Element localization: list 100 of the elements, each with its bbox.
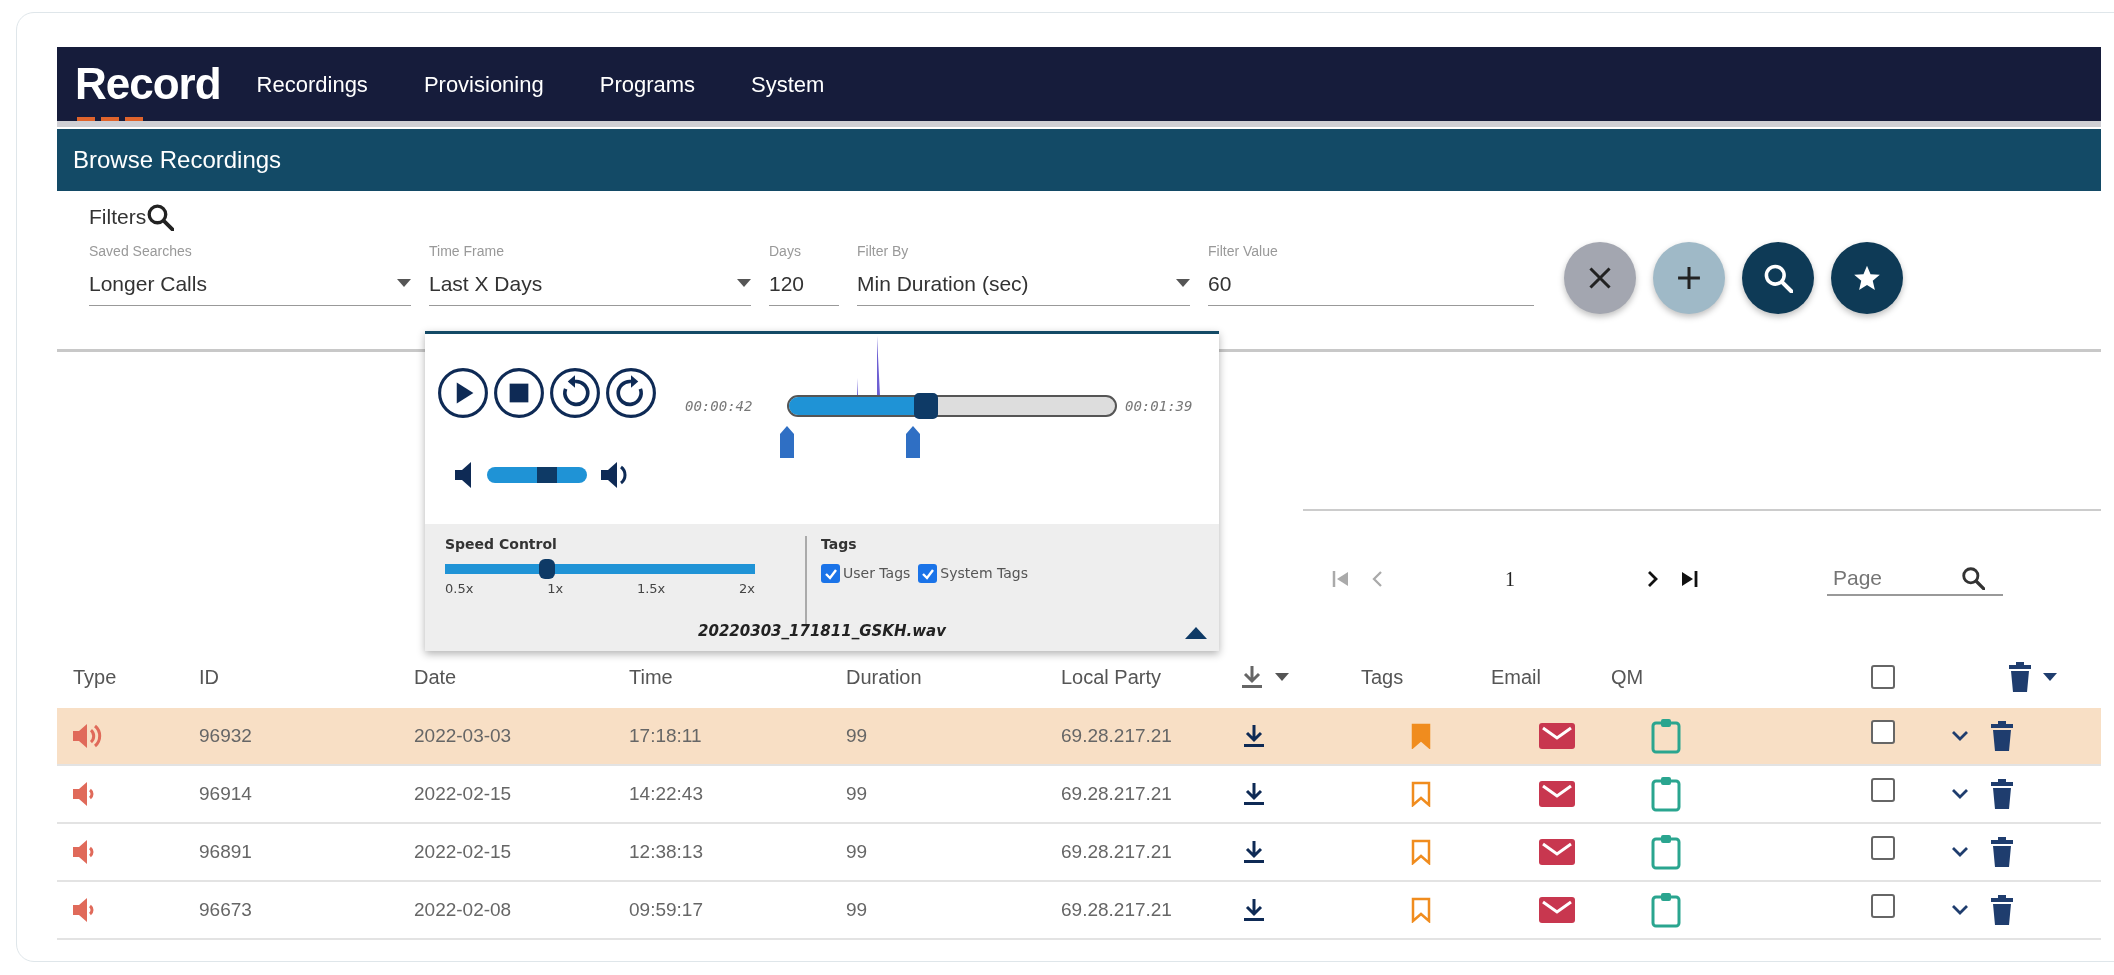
trash-icon[interactable] bbox=[2009, 662, 2031, 692]
table-cell: 12:38:13 bbox=[629, 840, 703, 862]
search-button[interactable] bbox=[1742, 242, 1814, 314]
download-icon[interactable] bbox=[1243, 839, 1265, 865]
nav-link[interactable]: Provisioning bbox=[423, 67, 544, 101]
chevron-down-icon[interactable] bbox=[1951, 846, 1969, 858]
table-cell: 99 bbox=[846, 840, 868, 862]
table-row[interactable]: 96891 2022-02-15 12:38:13 99 69.28.217.21 bbox=[57, 824, 2101, 882]
email-icon[interactable] bbox=[1539, 781, 1575, 807]
collapse-caret-icon[interactable] bbox=[1185, 627, 1207, 639]
clipboard-icon[interactable] bbox=[1651, 718, 1681, 754]
email-icon[interactable] bbox=[1539, 839, 1575, 865]
chevron-down-icon[interactable] bbox=[1951, 904, 1969, 916]
clear-button[interactable] bbox=[1564, 242, 1636, 314]
seek-thumb[interactable] bbox=[913, 393, 938, 419]
forward-button[interactable] bbox=[605, 367, 657, 419]
table-cell: 69.28.217.21 bbox=[1061, 898, 1172, 920]
table-cell: 69.28.217.21 bbox=[1061, 840, 1172, 862]
table-cell: 2022-02-08 bbox=[414, 898, 512, 920]
volume-track[interactable] bbox=[487, 467, 587, 483]
email-icon[interactable] bbox=[1539, 723, 1575, 749]
first-page-icon bbox=[1331, 568, 1351, 589]
clipboard-icon[interactable] bbox=[1651, 892, 1681, 928]
table-cell: 2022-03-03 bbox=[414, 724, 512, 746]
volume-thumb[interactable] bbox=[537, 467, 557, 483]
table-cell: 96891 bbox=[199, 840, 252, 862]
table-cell: 2022-02-15 bbox=[414, 840, 512, 862]
play-icon bbox=[437, 367, 489, 419]
bookmark-marker-icon bbox=[906, 426, 920, 458]
speed-slider-thumb[interactable] bbox=[539, 559, 556, 579]
nav-link[interactable]: Recordings bbox=[256, 67, 368, 101]
filter-field[interactable]: Time Frame Last X Days bbox=[429, 240, 751, 306]
select-all-checkbox[interactable] bbox=[1871, 665, 1895, 689]
page-number: 1 bbox=[1505, 566, 1515, 592]
logo: Record bbox=[75, 59, 221, 108]
trash-icon[interactable] bbox=[1991, 779, 2013, 809]
speed-tick: 0.5x bbox=[445, 580, 474, 598]
page-field[interactable]: Page bbox=[1831, 560, 1961, 595]
row-checkbox[interactable] bbox=[1871, 719, 1895, 744]
dropdown-caret-icon bbox=[737, 279, 751, 288]
table-row[interactable]: 96673 2022-02-08 09:59:17 99 69.28.217.21 bbox=[57, 882, 2101, 940]
chevron-down-icon[interactable] bbox=[1951, 788, 1969, 800]
elapsed-time: 00:00:42 bbox=[685, 397, 753, 416]
table-cell: 99 bbox=[846, 724, 868, 746]
column-header: Tags bbox=[1361, 665, 1404, 690]
row-checkbox[interactable] bbox=[1871, 893, 1895, 918]
stop-icon bbox=[493, 367, 545, 419]
search-icon bbox=[1763, 263, 1793, 293]
checkbox[interactable] bbox=[918, 564, 938, 583]
stop-button[interactable] bbox=[493, 367, 545, 419]
filter-field[interactable]: Filter By Min Duration (sec) bbox=[857, 240, 1190, 306]
table-cell: 99 bbox=[846, 782, 868, 804]
checkbox[interactable] bbox=[821, 564, 840, 583]
clipboard-icon[interactable] bbox=[1651, 776, 1681, 812]
trash-icon[interactable] bbox=[1991, 895, 2013, 925]
table-cell: 96914 bbox=[199, 782, 252, 804]
rewind-button[interactable] bbox=[549, 367, 601, 419]
caret-down-icon bbox=[2043, 673, 2057, 681]
column-header: ID bbox=[199, 665, 219, 690]
play-button[interactable] bbox=[437, 367, 489, 419]
download-icon[interactable] bbox=[1243, 723, 1265, 749]
table-row[interactable]: 96932 2022-03-03 17:18:11 99 69.28.217.21 bbox=[57, 708, 2101, 766]
forward-icon bbox=[605, 367, 657, 419]
clipboard-icon[interactable] bbox=[1651, 834, 1681, 870]
tag-option-label: User Tags bbox=[843, 564, 911, 583]
column-header: Email bbox=[1491, 665, 1541, 690]
nav-link[interactable]: Programs bbox=[599, 67, 696, 101]
speaker-icon bbox=[455, 462, 473, 488]
caret-down-icon bbox=[1275, 673, 1289, 681]
download-icon[interactable] bbox=[1243, 897, 1265, 923]
table-cell: 69.28.217.21 bbox=[1061, 782, 1172, 804]
filters-label: Filters bbox=[89, 204, 147, 230]
table-cell: 96673 bbox=[199, 898, 252, 920]
filter-field[interactable]: Filter Value 60 bbox=[1208, 240, 1534, 306]
table-cell: 99 bbox=[846, 898, 868, 920]
add-button[interactable] bbox=[1653, 242, 1725, 314]
row-checkbox[interactable] bbox=[1871, 835, 1895, 860]
nav-link[interactable]: System bbox=[751, 67, 825, 101]
table-cell: 2022-02-15 bbox=[414, 782, 512, 804]
favorite-button[interactable] bbox=[1831, 242, 1903, 314]
table-cell: 14:22:43 bbox=[629, 782, 703, 804]
trash-icon[interactable] bbox=[1991, 837, 2013, 867]
column-header: Duration bbox=[846, 665, 922, 690]
trash-icon[interactable] bbox=[1991, 721, 2013, 751]
page-title: Browse Recordings bbox=[57, 129, 2101, 191]
filter-field[interactable]: Saved Searches Longer Calls bbox=[89, 240, 411, 306]
column-header: QM bbox=[1611, 665, 1644, 690]
table-cell: 96932 bbox=[199, 724, 252, 746]
search-icon[interactable] bbox=[146, 202, 175, 231]
table-row[interactable]: 96914 2022-02-15 14:22:43 99 69.28.217.21 bbox=[57, 766, 2101, 824]
filter-field[interactable]: Days 120 bbox=[769, 240, 839, 306]
chevron-down-icon[interactable] bbox=[1951, 730, 1969, 742]
row-checkbox[interactable] bbox=[1871, 777, 1895, 802]
download-icon[interactable] bbox=[1243, 781, 1265, 807]
seek-track[interactable] bbox=[787, 395, 1117, 417]
tag-option-label: System Tags bbox=[940, 564, 1028, 583]
search-icon[interactable] bbox=[1961, 565, 1985, 590]
email-icon[interactable] bbox=[1539, 897, 1575, 923]
total-time: 00:01:39 bbox=[1125, 397, 1193, 416]
table-cell: 69.28.217.21 bbox=[1061, 724, 1172, 746]
